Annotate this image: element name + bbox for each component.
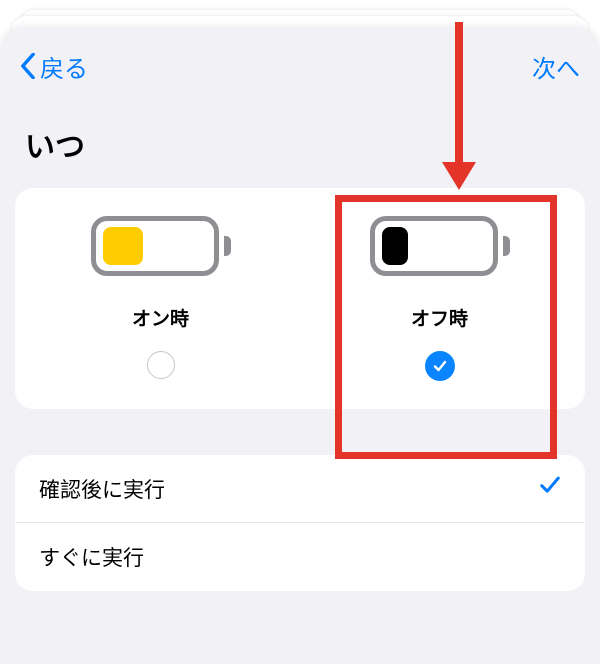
battery-low-yellow-icon (91, 216, 231, 276)
checkmark-icon (539, 474, 561, 503)
run-after-confirm-label: 確認後に実行 (39, 474, 165, 504)
nav-bar: 戻る 次へ (0, 28, 600, 104)
chevron-left-icon (20, 53, 36, 79)
back-button[interactable]: 戻る (20, 49, 88, 84)
battery-low-black-icon (370, 216, 510, 276)
option-off-label: オフ時 (411, 304, 468, 331)
run-immediately-row[interactable]: すぐに実行 (15, 523, 585, 591)
sheet-stack (0, 0, 600, 30)
next-button[interactable]: 次へ (532, 49, 580, 84)
radio-selected-icon (425, 351, 455, 381)
option-on-label: オン時 (132, 304, 189, 331)
when-options-panel: オン時 オフ時 (15, 188, 585, 409)
option-on[interactable]: オン時 (21, 216, 300, 381)
option-off[interactable]: オフ時 (300, 216, 579, 381)
back-label: 戻る (40, 49, 88, 84)
run-after-confirm-row[interactable]: 確認後に実行 (15, 455, 585, 523)
run-immediately-label: すぐに実行 (39, 542, 144, 572)
radio-unselected-icon (147, 351, 175, 379)
run-mode-panel: 確認後に実行 すぐに実行 (15, 455, 585, 591)
next-label: 次へ (532, 49, 580, 84)
page-title: いつ (25, 122, 575, 166)
modal-sheet: 戻る 次へ いつ オン時 (0, 28, 600, 664)
